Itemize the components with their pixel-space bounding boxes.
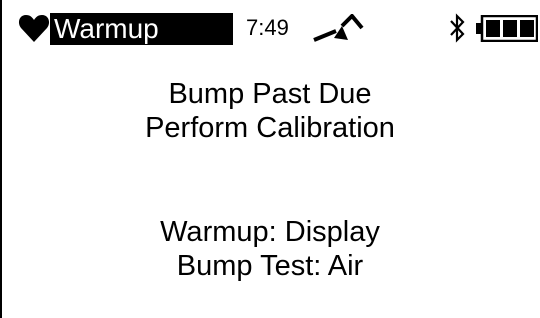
status-bar: Warmup 7:49 <box>0 0 540 46</box>
device-screen: Warmup 7:49 Bump Past Due Perform Calibr… <box>0 0 540 318</box>
mode-label: Warmup <box>50 13 233 45</box>
heart-icon <box>18 15 50 42</box>
bump-test-status-message: Bump Test: Air <box>176 250 364 282</box>
bluetooth-icon <box>450 13 465 43</box>
perform-calibration-message: Perform Calibration <box>145 112 395 144</box>
warmup-status-message: Warmup: Display <box>160 216 380 248</box>
bump-past-due-message: Bump Past Due <box>168 78 372 110</box>
clock: 7:49 <box>246 15 289 40</box>
pump-icon <box>313 14 364 42</box>
battery-icon <box>476 15 538 42</box>
